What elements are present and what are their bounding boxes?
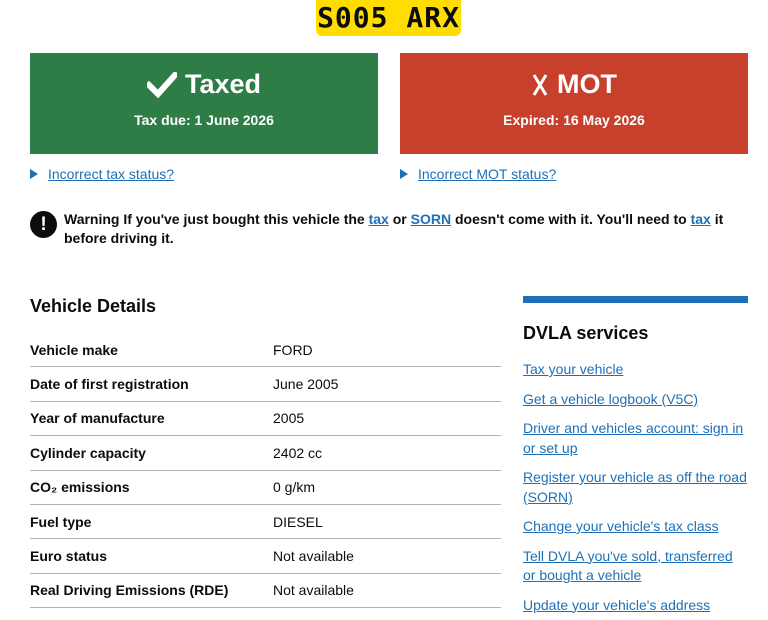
- vehicle-details-heading: Vehicle Details: [30, 296, 157, 316]
- registration-plate: S005 ARX: [316, 0, 461, 36]
- row-value: 2005: [273, 410, 305, 427]
- table-row: Cylinder capacity 2402 cc: [30, 436, 501, 471]
- row-value: FORD: [273, 341, 313, 358]
- mot-status-title: MOT: [557, 69, 617, 99]
- cross-icon: [531, 73, 549, 97]
- disclosure-triangle-icon: [400, 169, 408, 179]
- table-row: Real Driving Emissions (RDE) Not availab…: [30, 574, 501, 609]
- incorrect-tax-status-toggle[interactable]: Incorrect tax status?: [30, 166, 174, 182]
- table-row: Fuel type DIESEL: [30, 505, 501, 540]
- list-item: Get a vehicle logbook (V5C): [523, 390, 748, 410]
- row-key: Year of manufacture: [30, 410, 165, 427]
- row-value: 0 g/km: [273, 479, 316, 496]
- dvla-services-list: Tax your vehicle Get a vehicle logbook (…: [523, 360, 748, 615]
- dvla-services-heading: DVLA services: [523, 323, 649, 343]
- list-item: Tell DVLA you've sold, transferred or bo…: [523, 547, 748, 586]
- warning-prefix: Warning If you've just bought this vehic…: [64, 211, 369, 227]
- row-value: Not available: [273, 582, 354, 599]
- tax-link[interactable]: tax: [369, 211, 389, 227]
- warning-icon: !: [30, 211, 57, 238]
- service-link-account[interactable]: Driver and vehicles account: sign in or …: [523, 420, 743, 456]
- disclosure-triangle-icon: [30, 169, 38, 179]
- list-item: Tax your vehicle: [523, 360, 748, 380]
- vehicle-details-table: Vehicle make FORD Date of first registra…: [30, 333, 501, 609]
- list-item: Change your vehicle's tax class: [523, 517, 748, 537]
- row-value: Not available: [273, 548, 354, 565]
- row-key: Date of first registration: [30, 376, 189, 393]
- warning-callout: ! Warning If you've just bought this veh…: [30, 210, 750, 248]
- sorn-link[interactable]: SORN: [411, 211, 451, 227]
- incorrect-mot-status-link[interactable]: Incorrect MOT status?: [418, 166, 556, 182]
- warning-mid-2: doesn't come with it. You'll need to: [451, 211, 691, 227]
- row-value: 2402 cc: [273, 444, 323, 461]
- tax-status-panel: Taxed Tax due: 1 June 2026: [30, 53, 378, 154]
- row-key: CO₂ emissions: [30, 479, 130, 496]
- row-value: DIESEL: [273, 513, 323, 530]
- service-link-address[interactable]: Update your vehicle's address: [523, 597, 710, 613]
- row-key: Euro status: [30, 548, 108, 565]
- list-item: Register your vehicle as off the road (S…: [523, 468, 748, 507]
- incorrect-tax-status-link[interactable]: Incorrect tax status?: [48, 166, 174, 182]
- tax-due-date: Tax due: 1 June 2026: [134, 112, 274, 128]
- row-value: June 2005: [273, 376, 339, 393]
- mot-status-panel: MOT Expired: 16 May 2026: [400, 53, 748, 154]
- table-row: Euro status Not available: [30, 539, 501, 574]
- mot-expiry-date: Expired: 16 May 2026: [503, 112, 645, 128]
- row-key: Cylinder capacity: [30, 444, 146, 461]
- service-link-sold-vehicle[interactable]: Tell DVLA you've sold, transferred or bo…: [523, 548, 733, 584]
- list-item: Driver and vehicles account: sign in or …: [523, 419, 748, 458]
- service-link-sorn[interactable]: Register your vehicle as off the road (S…: [523, 469, 747, 505]
- table-row: CO₂ emissions 0 g/km: [30, 471, 501, 505]
- table-row: Date of first registration June 2005: [30, 367, 501, 402]
- tax-link-2[interactable]: tax: [691, 211, 711, 227]
- tick-icon: [146, 71, 177, 98]
- row-key: Real Driving Emissions (RDE): [30, 582, 229, 599]
- table-row: Year of manufacture 2005: [30, 402, 501, 437]
- row-key: Vehicle make: [30, 341, 118, 358]
- warning-text: Warning If you've just bought this vehic…: [64, 210, 744, 248]
- service-link-logbook[interactable]: Get a vehicle logbook (V5C): [523, 391, 698, 407]
- service-link-tax-vehicle[interactable]: Tax your vehicle: [523, 361, 623, 377]
- dvla-services-panel: DVLA services Tax your vehicle Get a veh…: [523, 296, 748, 620]
- warning-mid-1: or: [388, 211, 411, 227]
- incorrect-mot-status-toggle[interactable]: Incorrect MOT status?: [400, 166, 556, 182]
- table-row: Vehicle make FORD: [30, 333, 501, 368]
- list-item: Update your vehicle's address: [523, 596, 748, 616]
- service-link-tax-class[interactable]: Change your vehicle's tax class: [523, 518, 719, 534]
- tax-status-title: Taxed: [184, 69, 262, 99]
- row-key: Fuel type: [30, 513, 92, 530]
